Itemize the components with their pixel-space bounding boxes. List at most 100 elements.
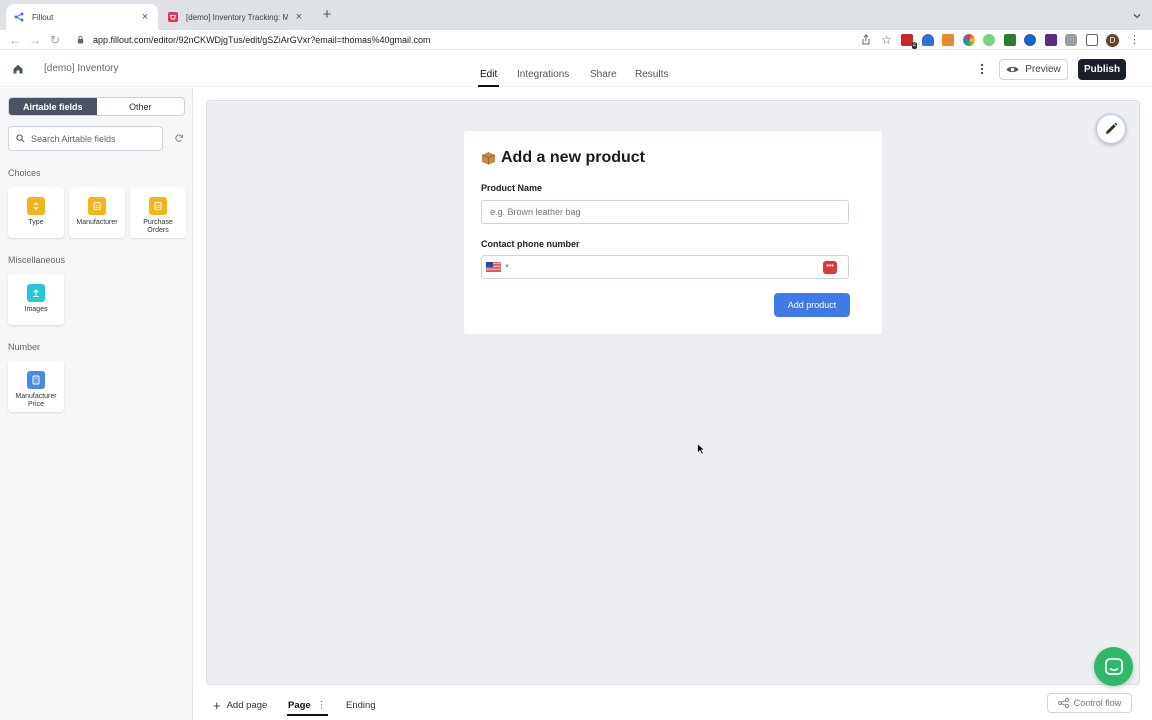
plus-icon: + [213, 697, 221, 713]
browser-tab-bar: Fillout × [demo] Inventory Tracking: Ma … [0, 0, 1152, 30]
extension-globe-icon[interactable] [1024, 34, 1036, 46]
field-card-label: Purchase Orders [143, 219, 173, 234]
phone-label: Contact phone number [481, 239, 580, 249]
control-flow-label: Control flow [1073, 698, 1122, 708]
chat-icon [1104, 657, 1123, 675]
section-title-number: Number [8, 342, 41, 352]
eye-icon [1006, 66, 1019, 73]
extension-fox-icon[interactable] [942, 34, 954, 46]
active-page-indicator [287, 714, 328, 716]
form-title-text: Add a new product [501, 149, 645, 166]
single-select-icon [27, 197, 45, 215]
section-title-choices: Choices [8, 168, 41, 178]
tab-title: Fillout [32, 12, 54, 22]
field-card-label: Type [28, 219, 44, 226]
extension-red-icon[interactable]: 2 [901, 34, 917, 49]
add-product-button[interactable]: Add product [774, 293, 850, 317]
add-page-button[interactable]: + Add page [213, 697, 268, 713]
browser-menu-icon[interactable]: ⋮ [1129, 34, 1140, 46]
profile-avatar[interactable]: D [1106, 33, 1119, 47]
pencil-icon [1106, 122, 1118, 134]
extension-colorful-icon[interactable] [962, 34, 975, 46]
support-chat-button[interactable] [1094, 647, 1133, 686]
linked-record-icon [88, 197, 106, 215]
url-text: app.fillout.com/editor/92nCKWDjgTus/edit… [93, 34, 431, 45]
field-card-purchase-orders[interactable]: Purchase Orders [130, 187, 186, 238]
tab-share[interactable]: Share [590, 69, 617, 80]
more-options-icon[interactable] [976, 62, 988, 76]
extensions-puzzle-icon[interactable] [1065, 34, 1077, 46]
extension-frog-icon[interactable] [1003, 34, 1016, 46]
close-tab-icon[interactable]: × [140, 12, 150, 23]
calculator-icon [27, 371, 45, 389]
search-fields-input[interactable]: Search Airtable fields [8, 126, 163, 151]
field-card-manufacturer-price[interactable]: Manufacturer Price [8, 361, 64, 412]
field-card-label: Images [24, 306, 48, 313]
extension-green-icon[interactable] [983, 34, 995, 46]
fields-sidebar: Airtable fields Other Search Airtable fi… [0, 88, 193, 720]
url-field[interactable]: app.fillout.com/editor/92nCKWDjgTus/edit… [70, 31, 900, 48]
page-tab-label: Page [288, 700, 311, 711]
publish-button[interactable]: Publish [1078, 59, 1126, 80]
page-options-icon[interactable]: ⋮ [317, 700, 327, 711]
tab-title: [demo] Inventory Tracking: Ma [186, 12, 288, 22]
form-title[interactable]: Add a new product [481, 149, 645, 167]
browser-address-bar: ← → ↻ app.fillout.com/editor/92nCKWDjgTu… [0, 30, 1152, 50]
ending-tab[interactable]: Ending [346, 700, 376, 711]
form-card[interactable]: Add a new product Product Name e.g. Brow… [464, 131, 882, 334]
tab-integrations[interactable]: Integrations [517, 69, 569, 80]
country-chevron-icon[interactable]: ▼ [504, 264, 510, 270]
back-icon[interactable]: ← [8, 33, 22, 47]
app-header: [demo] Inventory Edit Integrations Share… [0, 51, 1152, 87]
browser-tab-fillout[interactable]: Fillout × [6, 4, 158, 30]
preview-label: Preview [1025, 64, 1061, 75]
extension-blue-icon[interactable] [921, 34, 934, 46]
control-flow-button[interactable]: Control flow [1047, 693, 1132, 713]
upload-icon [27, 284, 45, 302]
package-icon [481, 152, 496, 165]
field-source-toggle: Airtable fields Other [8, 97, 185, 116]
extension-purple-icon[interactable] [1044, 34, 1057, 46]
mouse-cursor-icon [697, 443, 705, 455]
forward-icon[interactable]: → [28, 33, 42, 47]
reload-icon[interactable]: ↻ [48, 33, 62, 47]
edit-theme-button[interactable] [1096, 114, 1126, 144]
toggle-airtable-fields[interactable]: Airtable fields [9, 98, 97, 115]
tab-edit[interactable]: Edit [477, 69, 500, 87]
side-panel-icon[interactable] [1085, 34, 1098, 46]
us-flag-icon[interactable] [486, 262, 501, 272]
page-tab[interactable]: Page ⋮ [288, 700, 326, 711]
field-card-type[interactable]: Type [8, 187, 64, 238]
flow-icon [1057, 698, 1069, 708]
add-page-label: Add page [226, 700, 268, 711]
field-card-manufacturer[interactable]: Manufacturer [69, 187, 125, 238]
extension-badge: 2 [911, 42, 917, 49]
product-name-placeholder: e.g. Brown leather bag [490, 207, 581, 217]
browser-tab-airtable[interactable]: [demo] Inventory Tracking: Ma × [160, 4, 312, 30]
refresh-icon[interactable] [174, 133, 184, 143]
fillout-favicon-icon [14, 12, 24, 22]
password-manager-icon[interactable]: ••• [823, 261, 837, 274]
linked-record-icon [149, 197, 167, 215]
page-navigation-bar: + Add page Page ⋮ Ending [193, 688, 1152, 720]
airtable-favicon-icon [168, 12, 178, 22]
new-tab-icon[interactable]: + [320, 7, 334, 22]
field-card-images[interactable]: Images [8, 274, 64, 325]
extensions-toolbar: ☆ 2 D ⋮ [860, 33, 1140, 49]
share-icon[interactable] [860, 34, 872, 46]
field-card-label: Manufacturer [76, 219, 118, 226]
lock-icon [77, 35, 84, 44]
product-name-field[interactable]: e.g. Brown leather bag [481, 200, 849, 224]
close-tab-icon[interactable]: × [294, 12, 304, 23]
form-name[interactable]: [demo] Inventory [44, 63, 118, 74]
preview-button[interactable]: Preview [999, 59, 1068, 80]
product-name-label: Product Name [481, 183, 543, 193]
phone-field[interactable]: ▼ ••• [481, 255, 849, 279]
tab-results[interactable]: Results [635, 69, 668, 80]
home-icon[interactable] [12, 63, 24, 75]
tab-search-chevron-icon[interactable] [1132, 11, 1142, 21]
toggle-other[interactable]: Other [97, 98, 185, 115]
section-title-miscellaneous: Miscellaneous [8, 255, 66, 265]
bookmark-star-icon[interactable]: ☆ [881, 34, 893, 46]
field-card-label: Manufacturer Price [15, 393, 57, 408]
